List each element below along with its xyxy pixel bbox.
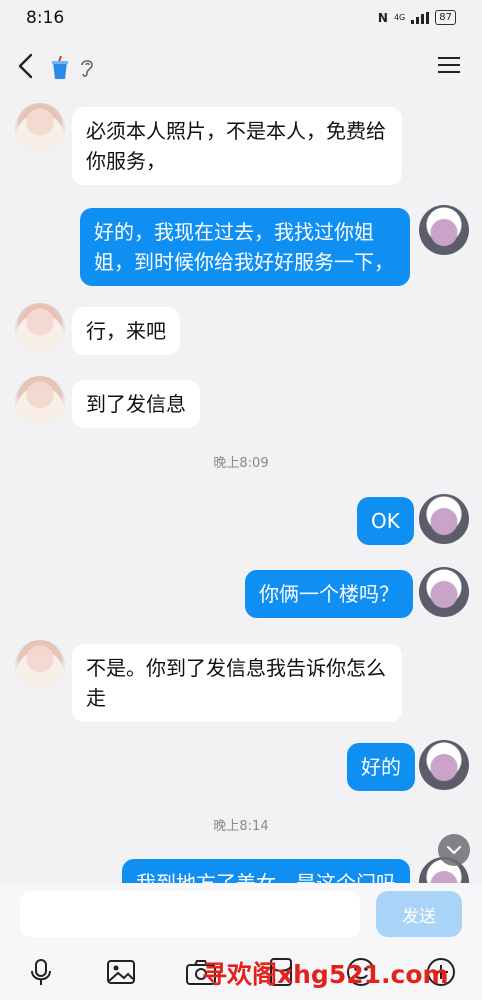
chat-area[interactable]: 必须本人照片，不是本人，免费给你服务， 好的，我现在过去，我找过你姐姐，到时候你… <box>0 95 482 883</box>
user-avatar[interactable] <box>419 740 469 790</box>
user-avatar[interactable] <box>419 494 469 544</box>
network-type: 4G <box>393 13 406 22</box>
image-icon[interactable] <box>104 955 138 989</box>
message-outgoing[interactable]: 好的 <box>347 743 415 791</box>
status-icons: N 4G 87 <box>378 10 456 25</box>
watermark-text: 寻欢阁xhg521.com <box>202 960 449 989</box>
ear-icon[interactable] <box>78 57 96 79</box>
contact-avatar[interactable] <box>15 640 65 690</box>
status-time: 8:16 <box>26 8 65 28</box>
scroll-to-bottom-button[interactable] <box>438 834 470 866</box>
mic-icon[interactable] <box>24 955 58 989</box>
message-incoming[interactable]: 到了发信息 <box>72 380 200 428</box>
signal-icon <box>411 11 430 24</box>
contact-avatar[interactable] <box>15 303 65 353</box>
chat-header <box>0 40 482 92</box>
contact-avatar[interactable] <box>15 103 65 153</box>
chevron-down-icon <box>446 845 462 855</box>
send-button[interactable]: 发送 <box>376 891 462 937</box>
cup-icon[interactable] <box>50 56 70 80</box>
chevron-left-icon[interactable] <box>14 52 38 80</box>
user-avatar[interactable] <box>419 205 469 255</box>
message-outgoing[interactable]: 你俩一个楼吗？ <box>245 570 413 618</box>
status-bar: 8:16 N 4G 87 <box>0 0 482 36</box>
contact-avatar[interactable] <box>15 376 65 426</box>
message-incoming[interactable]: 必须本人照片，不是本人，免费给你服务， <box>72 107 402 185</box>
message-incoming[interactable]: 行，来吧 <box>72 307 180 355</box>
message-timestamp: 晚上8:09 <box>213 456 269 471</box>
battery-icon: 87 <box>435 10 456 25</box>
message-incoming[interactable]: 不是。你到了发信息我告诉你怎么走 <box>72 644 402 722</box>
message-outgoing[interactable]: 好的，我现在过去，我找过你姐姐，到时候你给我好好服务一下， <box>80 208 410 286</box>
menu-icon[interactable] <box>438 56 460 74</box>
message-outgoing[interactable]: OK <box>357 497 414 545</box>
nfc-icon: N <box>377 10 388 25</box>
user-avatar[interactable] <box>419 567 469 617</box>
message-input[interactable] <box>20 891 360 937</box>
message-timestamp: 晚上8:14 <box>213 819 269 834</box>
message-outgoing[interactable]: 我到地方了美女，是这个门吗 <box>122 859 410 883</box>
